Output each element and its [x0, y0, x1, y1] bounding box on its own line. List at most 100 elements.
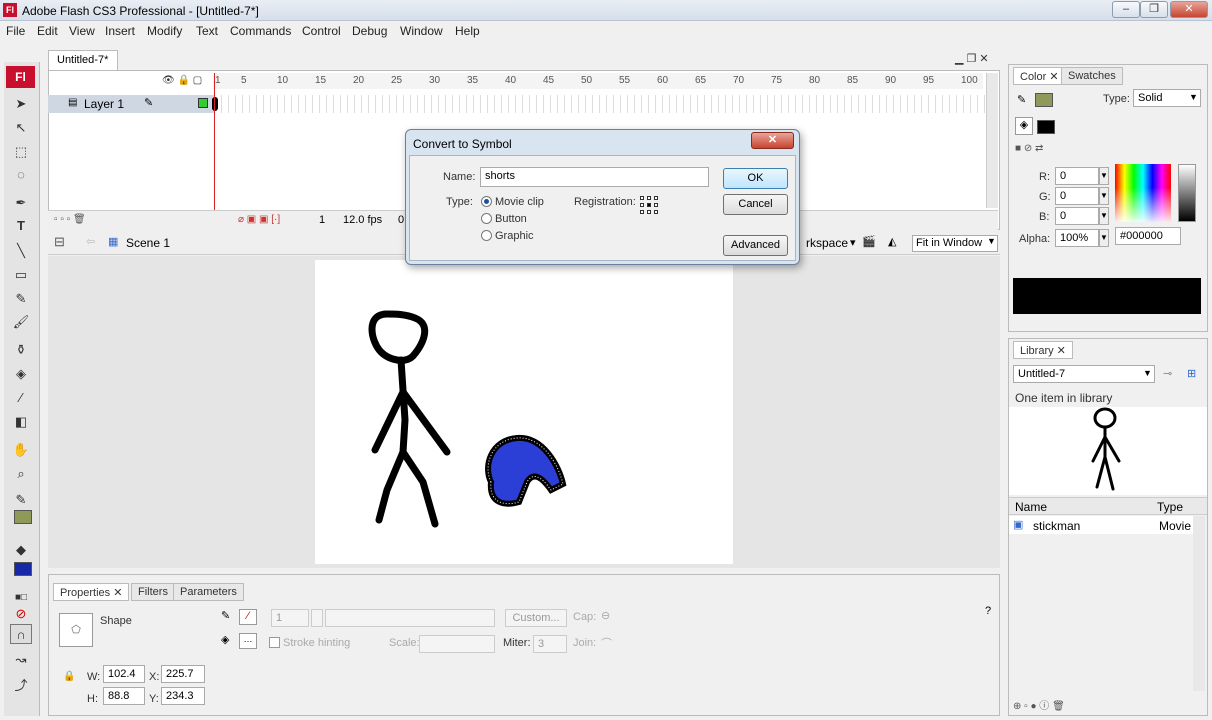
document-minimize-icon[interactable]: ▁ ❐ ✕: [955, 52, 989, 65]
text-tool-icon[interactable]: T: [10, 216, 32, 236]
width-field[interactable]: 102.4: [103, 665, 145, 683]
back-arrow-icon[interactable]: ⇦: [86, 235, 95, 248]
straighten-icon[interactable]: ⤴: [10, 676, 32, 696]
zoom-dropdown-icon[interactable]: ▼: [987, 236, 996, 246]
scale-select[interactable]: [419, 635, 495, 653]
tab-library[interactable]: Library ✕: [1013, 341, 1073, 359]
pencil-tool-icon[interactable]: ✎: [10, 289, 32, 309]
pen-tool-icon[interactable]: ✒: [10, 193, 32, 213]
onion-skin-icons[interactable]: ⌀ ▣ ▣ [·]: [238, 214, 280, 225]
menu-edit[interactable]: Edit: [37, 24, 58, 38]
type-button-label[interactable]: Button: [495, 213, 527, 225]
edit-symbols-icon[interactable]: 🎬: [862, 235, 876, 248]
brush-tool-icon[interactable]: 🖌: [10, 312, 32, 332]
fill-color-icon[interactable]: ◆: [10, 540, 32, 560]
document-tab[interactable]: Untitled-7*: [48, 50, 118, 70]
edit-scene-icon[interactable]: ◭: [888, 235, 896, 248]
rectangle-tool-icon[interactable]: ▭: [10, 265, 32, 285]
ink-bottle-icon[interactable]: ⚱: [10, 340, 32, 360]
library-item[interactable]: ▣ stickman Movie: [1009, 516, 1193, 534]
library-dropdown-icon[interactable]: ▼: [1143, 368, 1152, 378]
library-document-select[interactable]: Untitled-7: [1013, 365, 1155, 383]
dialog-close-button[interactable]: ✕: [751, 132, 794, 149]
alpha-dropdown[interactable]: ▼: [1099, 229, 1109, 247]
menu-commands[interactable]: Commands: [230, 24, 291, 38]
stroke-height-dropdown[interactable]: [311, 609, 323, 627]
frame-ruler[interactable]: 1 5 10 15 20 25 30 35 40 45 50 55 60 65 …: [213, 73, 983, 89]
type-graphic-label[interactable]: Graphic: [495, 230, 534, 242]
subselection-tool-icon[interactable]: ↖: [10, 118, 32, 138]
constrain-lock-icon[interactable]: 🔒: [63, 671, 75, 682]
menu-file[interactable]: File: [6, 24, 25, 38]
add-layer-icons[interactable]: ▫ ▫ ▫ 🗑: [54, 214, 86, 225]
tab-color[interactable]: Color ✕: [1013, 67, 1066, 85]
stroke-color-icon[interactable]: ✎: [10, 490, 32, 510]
keyframe-marker[interactable]: [212, 97, 218, 111]
help-icon[interactable]: ?: [985, 605, 991, 617]
workspace-dropdown-icon[interactable]: ▾: [850, 236, 856, 249]
lasso-icon[interactable]: ◌: [10, 165, 32, 185]
type-graphic-radio[interactable]: [481, 230, 492, 241]
x-field[interactable]: 225.7: [161, 665, 205, 683]
fill-color-button[interactable]: …: [239, 633, 257, 649]
col-name[interactable]: Name: [1015, 500, 1047, 514]
new-library-panel-icon[interactable]: ⊞: [1187, 367, 1196, 380]
no-color-icon[interactable]: ⊘: [10, 604, 32, 624]
stroke-color-button[interactable]: ⁄: [239, 609, 257, 625]
height-field[interactable]: 88.8: [103, 687, 145, 705]
shorts-shape[interactable]: [485, 434, 567, 507]
menu-window[interactable]: Window: [400, 24, 443, 38]
menu-help[interactable]: Help: [455, 24, 480, 38]
maximize-button[interactable]: ❐: [1140, 1, 1168, 18]
alpha-field[interactable]: 100%: [1055, 229, 1099, 247]
tab-parameters[interactable]: Parameters: [173, 583, 244, 601]
swap-colors-icons[interactable]: ■ ⊘ ⇄: [1015, 143, 1043, 154]
library-scrollbar[interactable]: [1193, 516, 1205, 691]
cancel-button[interactable]: Cancel: [723, 194, 788, 215]
ok-button[interactable]: OK: [723, 168, 788, 189]
pin-library-icon[interactable]: ⊸: [1163, 367, 1172, 380]
workspace-menu[interactable]: Workspace: [806, 236, 848, 250]
stage[interactable]: [315, 260, 733, 564]
close-window-button[interactable]: ✕: [1170, 1, 1208, 18]
layer-name[interactable]: Layer 1: [84, 97, 124, 111]
type-movie-clip-radio[interactable]: [481, 196, 492, 207]
green-dropdown[interactable]: ▼: [1099, 187, 1109, 205]
col-type[interactable]: Type: [1157, 500, 1183, 514]
eraser-icon[interactable]: ◧: [10, 412, 32, 432]
timeline-scrollbar[interactable]: [986, 73, 998, 208]
hand-tool-icon[interactable]: ✋: [10, 440, 32, 460]
eyedropper-icon[interactable]: ⁄: [10, 388, 32, 408]
fill-color-swatch[interactable]: [14, 562, 32, 576]
paint-bucket-icon[interactable]: ◈: [10, 364, 32, 384]
menu-control[interactable]: Control: [302, 24, 341, 38]
advanced-button[interactable]: Advanced: [723, 235, 788, 256]
playhead[interactable]: [214, 73, 215, 223]
custom-stroke-button[interactable]: Custom...: [505, 609, 567, 627]
blue-dropdown[interactable]: ▼: [1099, 207, 1109, 225]
red-field[interactable]: 0: [1055, 167, 1099, 185]
library-footer-icons[interactable]: ⊕ ▫ ● ⓘ 🗑: [1013, 697, 1065, 712]
brightness-slider[interactable]: [1178, 164, 1196, 222]
stickman-figure[interactable]: [368, 310, 451, 528]
zoom-select[interactable]: Fit in Window: [912, 235, 998, 252]
free-transform-icon[interactable]: ⬚: [10, 142, 32, 162]
green-field[interactable]: 0: [1055, 187, 1099, 205]
join-select-icon[interactable]: ⌒: [601, 635, 612, 651]
symbol-name-input[interactable]: shorts: [480, 167, 709, 187]
blue-field[interactable]: 0: [1055, 207, 1099, 225]
red-dropdown[interactable]: ▼: [1099, 167, 1109, 185]
tab-filters[interactable]: Filters: [131, 583, 175, 601]
y-field[interactable]: 234.3: [161, 687, 205, 705]
stroke-hinting-checkbox[interactable]: [269, 637, 280, 648]
stroke-color-swatch[interactable]: [14, 510, 32, 524]
line-tool-icon[interactable]: ╲: [10, 241, 32, 261]
type-button-radio[interactable]: [481, 213, 492, 224]
menu-modify[interactable]: Modify: [147, 24, 182, 38]
zoom-tool-icon[interactable]: ⌕: [10, 464, 32, 484]
menu-view[interactable]: View: [69, 24, 95, 38]
timeline-toggle-icon[interactable]: ⊟: [54, 234, 65, 250]
fill-type-dropdown-icon[interactable]: ▼: [1189, 92, 1198, 102]
smooth-icon[interactable]: ↝: [10, 650, 32, 670]
fill-swatch[interactable]: [1037, 120, 1055, 134]
